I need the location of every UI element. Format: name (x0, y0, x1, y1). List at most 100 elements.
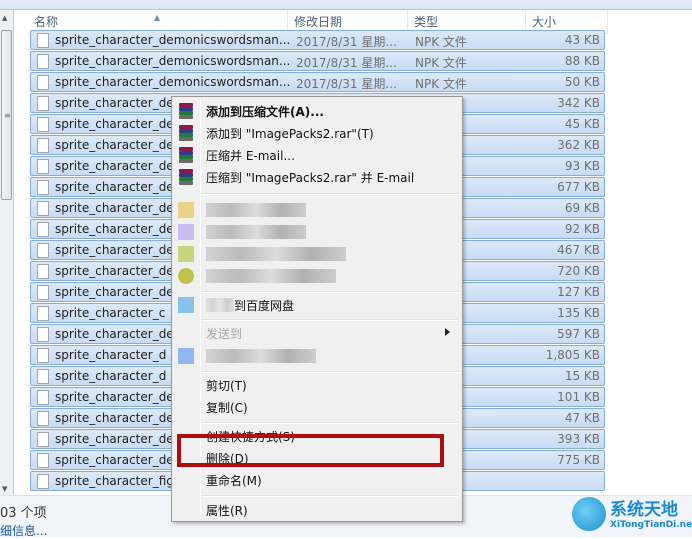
file-icon (37, 180, 49, 195)
menu-item-label: 添加到 "ImagePacks2.rar"(T) (206, 127, 374, 141)
file-size: 93 KB (564, 159, 600, 173)
file-icon (37, 159, 49, 174)
item-count: 03 个项 (0, 506, 47, 521)
file-size: 362 KB (557, 138, 600, 152)
file-date: 2017/8/31 星期... (296, 77, 397, 91)
file-name: sprite_character_der (55, 432, 179, 446)
sort-ascending-icon: ▲ (154, 13, 161, 22)
menu-item-send-to[interactable]: 发送到 (174, 322, 460, 344)
app-icon (178, 348, 194, 364)
file-size: 92 KB (564, 222, 600, 236)
menu-item-add-to-archive[interactable]: 添加到压缩文件(A)... (174, 100, 460, 122)
menu-item-label: 压缩并 E-mail... (206, 149, 295, 163)
file-size: 69 KB (564, 201, 600, 215)
app-icon (178, 246, 194, 262)
menu-item-rename[interactable]: 重命名(M) (174, 469, 460, 491)
file-icon (37, 33, 49, 48)
file-name: sprite_character_der (55, 264, 179, 278)
menu-separator (202, 291, 458, 293)
file-size: 50 KB (564, 75, 600, 89)
menu-item-blurred[interactable] (174, 345, 460, 367)
menu-item-baidu-netdisk[interactable]: 到百度网盘 (174, 294, 460, 316)
details-link[interactable]: 细信息... (0, 522, 47, 539)
menu-item-copy[interactable]: 复制(C) (174, 396, 460, 418)
menu-item-compress-to-rar-and-email[interactable]: 压缩到 "ImagePacks2.rar" 并 E-mail (174, 166, 460, 188)
baidu-netdisk-icon (178, 297, 194, 313)
file-icon (37, 138, 49, 153)
file-icon (37, 54, 49, 69)
file-name: sprite_character_de (55, 285, 174, 299)
menu-item-compress-and-email[interactable]: 压缩并 E-mail... (174, 144, 460, 166)
file-size: 1,805 KB (545, 348, 600, 362)
file-size: 45 KB (564, 117, 600, 131)
column-name-label: 名称 (34, 15, 59, 29)
blurred-label (206, 247, 346, 261)
menu-item-blurred[interactable] (174, 199, 460, 221)
menu-separator (202, 193, 458, 195)
column-size-label: 大小 (532, 15, 557, 29)
scrollbar-thumb[interactable]: ≡ (1, 30, 12, 200)
file-name: sprite_character_der (55, 138, 179, 152)
highlight-annotation (177, 434, 444, 467)
file-size: 720 KB (557, 264, 600, 278)
menu-separator (202, 371, 458, 373)
file-type: NPK 文件 (415, 56, 467, 70)
file-size: 15 KB (564, 369, 600, 383)
file-size: 88 KB (564, 54, 600, 68)
file-name: sprite_character_der (55, 117, 179, 131)
submenu-arrow-icon (445, 328, 450, 336)
file-name: sprite_character_der (55, 222, 179, 236)
file-name: sprite_character_figh (55, 474, 182, 488)
file-row[interactable]: sprite_character_demonicswordsman... 2017… (30, 72, 605, 92)
file-name: sprite_character_der (55, 411, 179, 425)
file-size: 135 KB (557, 306, 600, 320)
menu-item-label: 添加到压缩文件(A)... (206, 105, 324, 119)
menu-item-label: 压缩到 "ImagePacks2.rar" 并 E-mail (206, 171, 415, 185)
menu-item-blurred[interactable] (174, 243, 460, 265)
file-icon (37, 453, 49, 468)
app-icon (178, 224, 194, 240)
file-row[interactable]: sprite_character_demonicswordsman... 2017… (30, 51, 605, 71)
winrar-icon (178, 125, 194, 141)
file-size: 43 KB (564, 33, 600, 47)
file-icon (37, 432, 49, 447)
file-date: 2017/8/31 星期... (296, 56, 397, 70)
winrar-icon (178, 169, 194, 185)
file-name: sprite_character_demonicswordsman... (55, 33, 291, 47)
menu-item-cut[interactable]: 剪切(T) (174, 374, 460, 396)
menu-item-properties[interactable]: 属性(R) (174, 499, 460, 521)
file-size: 775 KB (557, 453, 600, 467)
file-name: sprite_character_der (55, 201, 179, 215)
blurred-label (206, 298, 234, 312)
file-icon (37, 306, 49, 321)
winrar-icon (178, 103, 194, 119)
file-name: sprite_character_demonicswordsman... (55, 75, 291, 89)
file-icon (37, 243, 49, 258)
menu-item-blurred[interactable] (174, 221, 460, 243)
file-icon (37, 264, 49, 279)
file-name: sprite_character_d (55, 369, 167, 383)
scroll-up-icon[interactable]: ▲ (2, 14, 7, 22)
blurred-label (206, 349, 316, 363)
file-size: 127 KB (557, 285, 600, 299)
file-size: 342 KB (557, 96, 600, 110)
file-size: 47 KB (564, 411, 600, 425)
file-row[interactable]: sprite_character_demonicswordsman... 2017… (30, 30, 605, 50)
grip-icon: ≡ (4, 111, 11, 120)
blurred-label (206, 269, 336, 283)
menu-item-blurred[interactable] (174, 265, 460, 287)
menu-item-label: 到百度网盘 (234, 299, 295, 313)
menu-item-add-to-imagepacks2-rar[interactable]: 添加到 "ImagePacks2.rar"(T) (174, 122, 460, 144)
file-icon (37, 348, 49, 363)
file-size: 393 KB (557, 432, 600, 446)
file-name: sprite_character_der (55, 453, 179, 467)
file-name: sprite_character_der (55, 159, 179, 173)
title-bar-strip (0, 0, 692, 10)
app-icon (178, 202, 194, 218)
file-type: NPK 文件 (415, 35, 467, 49)
file-name: sprite_character_der (55, 327, 179, 341)
menu-item-label: 发送到 (206, 327, 243, 341)
scroll-down-icon[interactable]: ▼ (2, 485, 7, 493)
vertical-scrollbar[interactable]: ▲ ≡ ▼ (0, 10, 14, 495)
blurred-label (206, 225, 306, 239)
